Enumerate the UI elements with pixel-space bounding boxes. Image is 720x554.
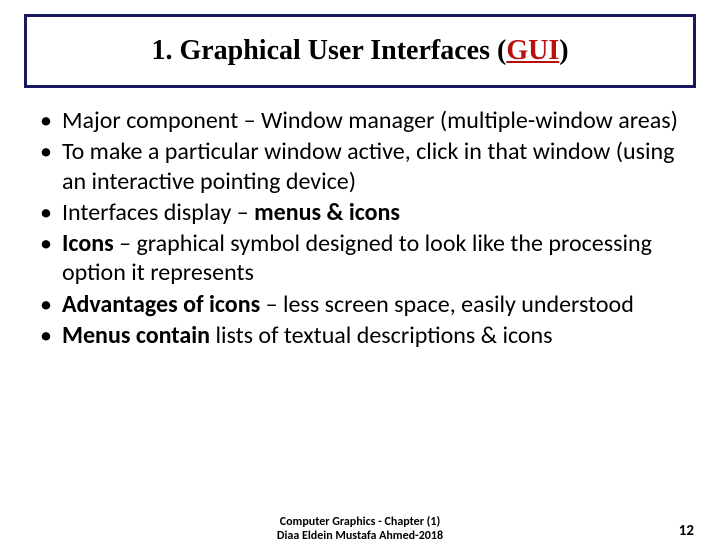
list-item: Interfaces display – menus & icons [38, 198, 690, 227]
list-item: Major component – Window manager (multip… [38, 106, 690, 135]
footer-line1: Computer Graphics - Chapter (1) [0, 516, 720, 530]
bullet-text: To make a particular window active, clic… [62, 137, 674, 195]
list-item: Advantages of icons – less screen space,… [38, 290, 690, 319]
footer-line2: Diaa Eldein Mustafa Ahmed-2018 [0, 530, 720, 544]
list-item: Icons – graphical symbol designed to loo… [38, 229, 690, 288]
bullet-text-bold: Advantages of icons [62, 290, 260, 319]
bullet-text: lists of textual descriptions & icons [210, 321, 553, 350]
bullet-text-bold: menus & icons [254, 198, 400, 227]
bullet-list: Major component – Window manager (multip… [38, 106, 690, 350]
bullet-text: – graphical symbol designed to look like… [62, 229, 652, 287]
bullet-text-bold: Icons [62, 229, 114, 258]
title-box: 1. Graphical User Interfaces (GUI) [24, 14, 696, 88]
page-number: 12 [679, 522, 694, 540]
title-gui: GUI [506, 35, 559, 66]
slide-title: 1. Graphical User Interfaces (GUI) [151, 35, 568, 66]
list-item: To make a particular window active, clic… [38, 137, 690, 196]
list-item: Menus contain lists of textual descripti… [38, 321, 690, 350]
bullet-text: – less screen space, easily understood [260, 290, 634, 319]
title-open-paren: ( [497, 35, 506, 66]
bullet-text: Interfaces display – [62, 198, 254, 227]
title-close-paren: ) [559, 35, 568, 66]
bullet-text: Major component – Window manager (multip… [62, 106, 678, 135]
title-prefix: 1. Graphical User Interfaces [151, 35, 497, 66]
bullet-text-bold: Menus contain [62, 321, 210, 350]
